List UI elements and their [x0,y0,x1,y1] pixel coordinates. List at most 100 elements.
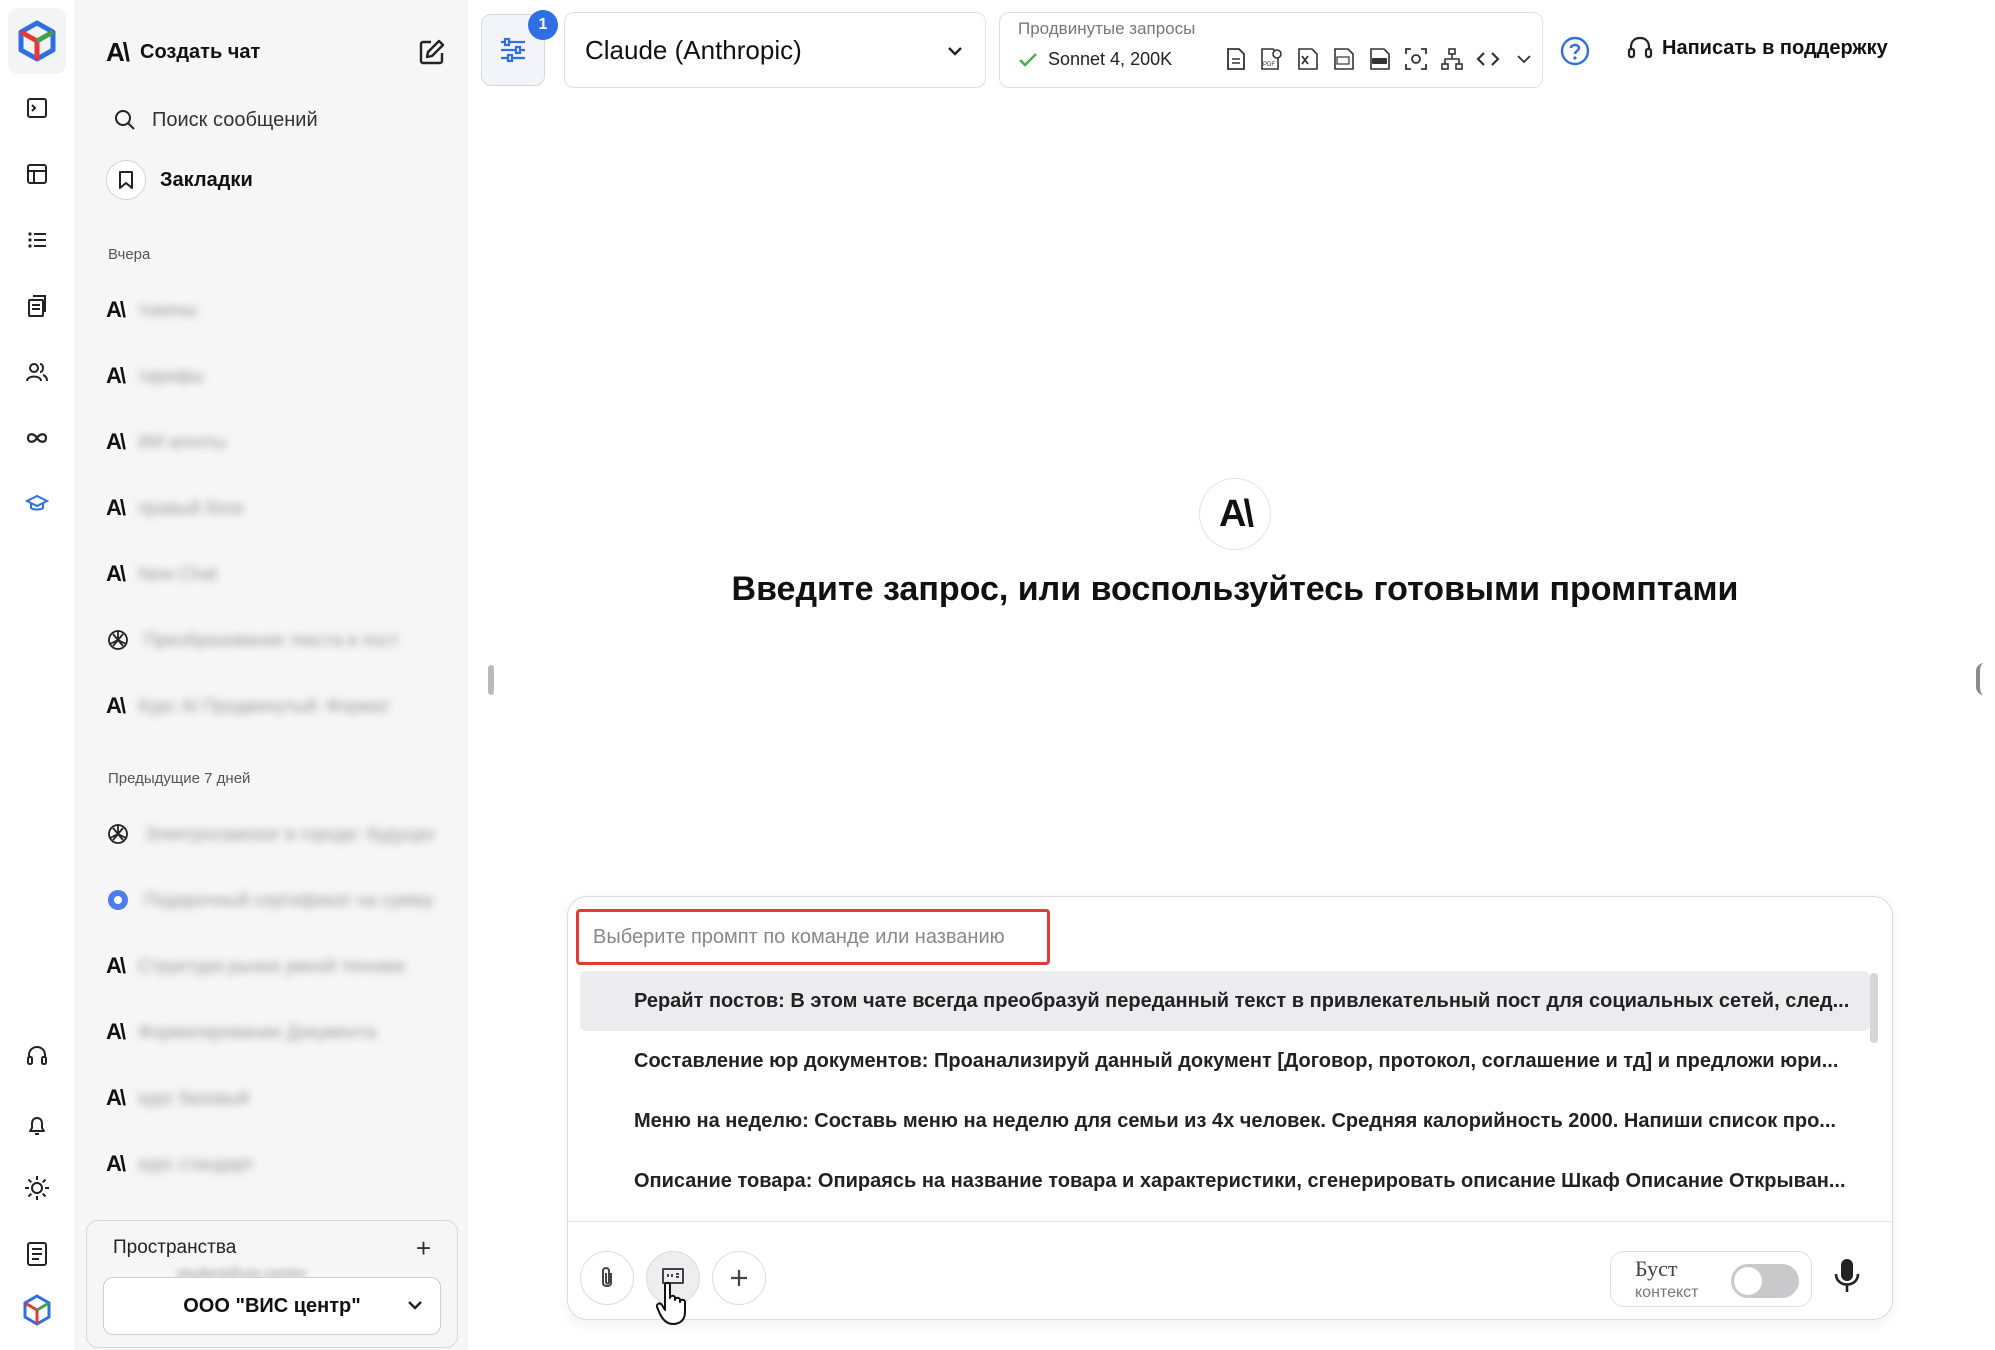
history-item[interactable]: A\ курс стандарт [106,1144,436,1184]
new-chat-button[interactable]: A\ Создать чат [106,30,446,74]
attach-button[interactable] [580,1251,634,1305]
history-item-title: курс базовый [138,1087,250,1108]
anthropic-icon: A\ [106,1151,126,1176]
history-item[interactable]: A\ New Chat [106,554,436,594]
history-item[interactable]: Подарочный сертификат на сумму [106,880,436,920]
support-button[interactable]: Написать в поддержку [1626,34,1888,62]
pdf-search-icon[interactable]: PDF [1258,45,1286,73]
anthropic-icon: A\ [106,561,126,586]
check-icon [1018,52,1038,68]
bookmark-icon [106,160,146,200]
support-label: Написать в поддержку [1662,36,1888,59]
boost-context-control: Буст контекст [1610,1251,1812,1307]
prompt-item[interactable]: Рерайт постов: В этом чате всегда преобр… [580,971,1870,1031]
history-item[interactable]: A\ Форматирование Документа [106,1012,436,1052]
history-item[interactable]: Электросамокат в городе: будущее [106,814,436,854]
advanced-requests-panel[interactable]: Продвинутые запросы Sonnet 4, 200K PDF [999,12,1543,88]
model-select[interactable]: Claude (Anthropic) [564,12,986,88]
anthropic-icon: A\ [106,36,130,67]
toggle-knob [1734,1267,1762,1295]
history-item[interactable]: A\ Курс AI Продвинутый: Формат [106,686,436,726]
prompt-list-scrollbar[interactable] [1870,973,1878,1043]
filter-count-badge: 1 [528,10,558,40]
vis-gpt-logo-icon [17,1290,57,1330]
history-item[interactable]: A\ тарифы [106,356,436,396]
search-icon [114,109,136,131]
history-item-title: Структура рынка умной техники [138,955,406,976]
edit-icon[interactable] [418,38,446,66]
history-item[interactable]: A\ токены [106,290,436,330]
history-item-title: правый блок [138,497,244,518]
add-button[interactable] [712,1251,766,1305]
sliders-icon [498,35,528,65]
infinity-icon[interactable] [17,418,57,458]
search-messages[interactable]: Поиск сообщений [106,100,318,140]
svg-text:PDF: PDF [1263,62,1275,68]
text-file-icon[interactable] [1330,45,1358,73]
search-label: Поиск сообщений [152,108,318,131]
anthropic-icon: A\ [106,953,126,978]
add-space-button[interactable]: + [416,1233,431,1264]
graduation-cap-icon[interactable] [17,484,57,524]
history-item[interactable]: Преобразование текста в пост [106,620,436,660]
sun-icon[interactable] [17,1168,57,1208]
document-icon[interactable] [1222,45,1250,73]
prompt-item[interactable]: Составление юр документов: Проанализируй… [580,1031,1870,1091]
organization-select[interactable]: ООО "ВИС центр" [103,1277,441,1335]
app-logo-icon[interactable] [8,8,66,74]
users-icon[interactable] [17,352,57,392]
composer-divider [568,1221,1892,1222]
chevron-down-icon[interactable] [1510,45,1538,73]
advanced-caption: Продвинутые запросы [1018,19,1196,38]
docx-icon[interactable] [1366,45,1394,73]
list-icon[interactable] [17,220,57,260]
table-icon[interactable] [17,154,57,194]
prompt-list: Рерайт постов: В этом чате всегда преобр… [580,971,1870,1211]
history-item[interactable]: A\ правый блок [106,488,436,528]
resize-handle-left[interactable] [488,665,494,695]
headset-icon [1626,34,1654,62]
prompt-item-text: Меню на неделю: Составь меню на неделю д… [634,1109,1836,1132]
new-chat-label: Создать чат [140,40,261,63]
resize-handle-right[interactable] [1976,663,1984,695]
excel-icon[interactable] [1294,45,1322,73]
history-item-title: Форматирование Документа [138,1021,377,1042]
help-icon[interactable] [1560,36,1590,66]
headset-icon[interactable] [17,1036,57,1076]
notes-icon[interactable] [17,1234,57,1274]
anthropic-icon: A\ [106,429,126,454]
prompt-item[interactable]: Описание товара: Опираясь на название то… [580,1151,1870,1211]
history-item-title: курс стандарт [138,1153,255,1174]
anthropic-icon: A\ [106,693,126,718]
history-item-title: тарифы [138,365,204,386]
anthropic-icon: A\ [106,1085,126,1110]
history-item-title: Преобразование текста в пост [144,629,400,650]
scan-icon[interactable] [1402,45,1430,73]
hierarchy-icon[interactable] [1438,45,1466,73]
blue-circle-icon [106,888,130,912]
spaces-label: Пространства [113,1237,237,1258]
model-name: Claude (Anthropic) [585,34,802,65]
history-item-title: Подарочный сертификат на сумму [144,889,434,910]
history-item[interactable]: A\ ИИ агенты [106,422,436,462]
advanced-model: Sonnet 4, 200K [1048,49,1173,69]
boost-sublabel: контекст [1635,1284,1699,1301]
boost-toggle[interactable] [1731,1264,1799,1298]
microphone-icon[interactable] [1832,1257,1862,1295]
history-item-title: ИИ агенты [138,431,227,452]
code-icon[interactable] [1474,45,1502,73]
plus-icon [728,1267,750,1289]
prompt-item[interactable]: Меню на неделю: Составь меню на неделю д… [580,1091,1870,1151]
bell-icon[interactable] [17,1106,57,1146]
history-item[interactable]: A\ Структура рынка умной техники [106,946,436,986]
bookmarks-item[interactable]: Закладки [106,160,253,200]
documents-icon[interactable] [17,286,57,326]
history-item[interactable]: A\ курс базовый [106,1078,436,1118]
prompt-search-input[interactable] [576,909,1050,965]
terminal-icon[interactable] [17,88,57,128]
openai-icon [106,822,130,846]
prompt-item-text: Описание товара: Опираясь на название то… [634,1169,1846,1192]
icon-rail [0,0,74,1350]
openai-icon [106,628,130,652]
bookmarks-label: Закладки [160,168,253,191]
